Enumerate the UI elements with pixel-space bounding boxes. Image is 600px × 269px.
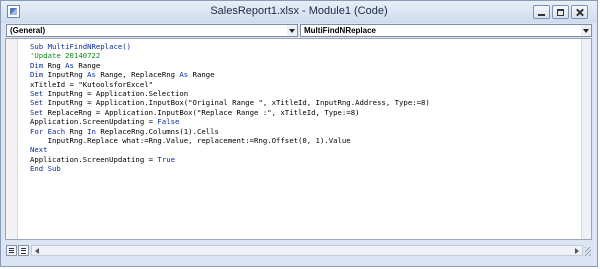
editor-bottom-bar bbox=[5, 243, 592, 258]
horizontal-scrollbar[interactable] bbox=[31, 245, 583, 256]
code-token: InputRng.Replace what:=Rng.Value, replac… bbox=[30, 136, 351, 146]
keyword-token: Set bbox=[30, 89, 44, 99]
keyword-token: Dim bbox=[30, 60, 44, 70]
minimize-button[interactable] bbox=[533, 5, 550, 19]
full-module-view-button[interactable] bbox=[18, 245, 29, 256]
code-line[interactable]: Set InputRng = Application.InputBox("Ori… bbox=[30, 98, 430, 107]
code-token: Range bbox=[188, 70, 215, 80]
code-text[interactable]: Sub MultiFindNReplace() 'Update 20140722 D… bbox=[30, 42, 430, 174]
code-token: InputRng bbox=[43, 70, 88, 80]
procedure-view-button[interactable] bbox=[6, 245, 17, 256]
scroll-right-icon[interactable] bbox=[575, 248, 579, 254]
keyword-token: In bbox=[87, 126, 96, 136]
object-dropdown-value: (General) bbox=[10, 26, 46, 35]
code-token: InputRng = Application.Selection bbox=[43, 89, 189, 99]
code-line[interactable]: Dim Rng As Range bbox=[30, 61, 430, 70]
keyword-token: Dim bbox=[30, 70, 44, 80]
code-token: Rng bbox=[43, 60, 66, 70]
keyword-token: End Sub bbox=[30, 164, 61, 174]
comment-token: 'Update 20140722 bbox=[30, 51, 101, 61]
vertical-scrollbar[interactable] bbox=[581, 39, 591, 239]
chevron-down-icon[interactable] bbox=[581, 25, 591, 36]
code-line[interactable]: 'Update 20140722 bbox=[30, 51, 430, 60]
code-token: Range, ReplaceRng bbox=[95, 70, 180, 80]
keyword-token: Set bbox=[30, 107, 44, 117]
code-token: Application.ScreenUpdating = bbox=[30, 154, 158, 164]
code-editor[interactable]: Sub MultiFindNReplace() 'Update 20140722 D… bbox=[5, 38, 592, 240]
code-window: SalesReport1.xlsx - Module1 (Code) (Gene… bbox=[0, 0, 598, 267]
maximize-button[interactable] bbox=[552, 5, 569, 19]
object-dropdown[interactable]: (General) bbox=[6, 24, 298, 37]
code-token: InputRng = Application.InputBox("Origina… bbox=[43, 98, 430, 108]
keyword-token: As bbox=[87, 70, 96, 80]
code-token: Rng bbox=[65, 126, 88, 136]
code-line[interactable]: For Each Rng In ReplaceRng.Columns(1).Ce… bbox=[30, 127, 430, 136]
code-token: Range bbox=[73, 60, 101, 70]
code-line[interactable]: xTitleId = "KutoolsforExcel" bbox=[30, 80, 430, 89]
chevron-down-icon[interactable] bbox=[287, 25, 297, 36]
code-token: Application.ScreenUpdating = bbox=[30, 117, 158, 127]
code-line[interactable]: Set InputRng = Application.Selection bbox=[30, 89, 430, 98]
code-token: xTitleId = "KutoolsforExcel" bbox=[30, 79, 154, 89]
keyword-token: For Each bbox=[30, 126, 66, 136]
keyword-token: Sub MultiFindNReplace() bbox=[30, 42, 132, 51]
code-line[interactable]: Application.ScreenUpdating = True bbox=[30, 155, 430, 164]
code-line[interactable]: End Sub bbox=[30, 164, 430, 173]
code-line[interactable]: Dim InputRng As Range, ReplaceRng As Ran… bbox=[30, 70, 430, 79]
keyword-token: False bbox=[157, 117, 180, 127]
keyword-token: Set bbox=[30, 98, 44, 108]
code-line[interactable]: Application.ScreenUpdating = False bbox=[30, 117, 430, 126]
code-line[interactable]: Set ReplaceRng = Application.InputBox("R… bbox=[30, 108, 430, 117]
keyword-token: True bbox=[157, 154, 175, 164]
resize-grip-icon[interactable] bbox=[585, 247, 591, 256]
keyword-token: As bbox=[65, 60, 74, 70]
code-token: ReplaceRng.Columns(1).Cells bbox=[95, 126, 219, 136]
code-line[interactable]: Sub MultiFindNReplace() bbox=[30, 42, 430, 51]
keyword-token: As bbox=[179, 70, 189, 80]
close-button[interactable] bbox=[571, 5, 588, 19]
margin-indicator-bar[interactable] bbox=[6, 39, 18, 239]
scroll-left-icon[interactable] bbox=[35, 248, 39, 254]
title-bar[interactable]: SalesReport1.xlsx - Module1 (Code) bbox=[1, 1, 597, 23]
window-title: SalesReport1.xlsx - Module1 (Code) bbox=[210, 5, 388, 17]
procedure-dropdown-value: MultiFindNReplace bbox=[304, 26, 377, 35]
code-line[interactable]: Next bbox=[30, 145, 430, 154]
keyword-token: Next bbox=[30, 145, 48, 155]
procedure-dropdown[interactable]: MultiFindNReplace bbox=[300, 24, 592, 37]
code-line[interactable]: InputRng.Replace what:=Rng.Value, replac… bbox=[30, 136, 430, 145]
code-token: ReplaceRng = Application.InputBox("Repla… bbox=[43, 107, 360, 117]
